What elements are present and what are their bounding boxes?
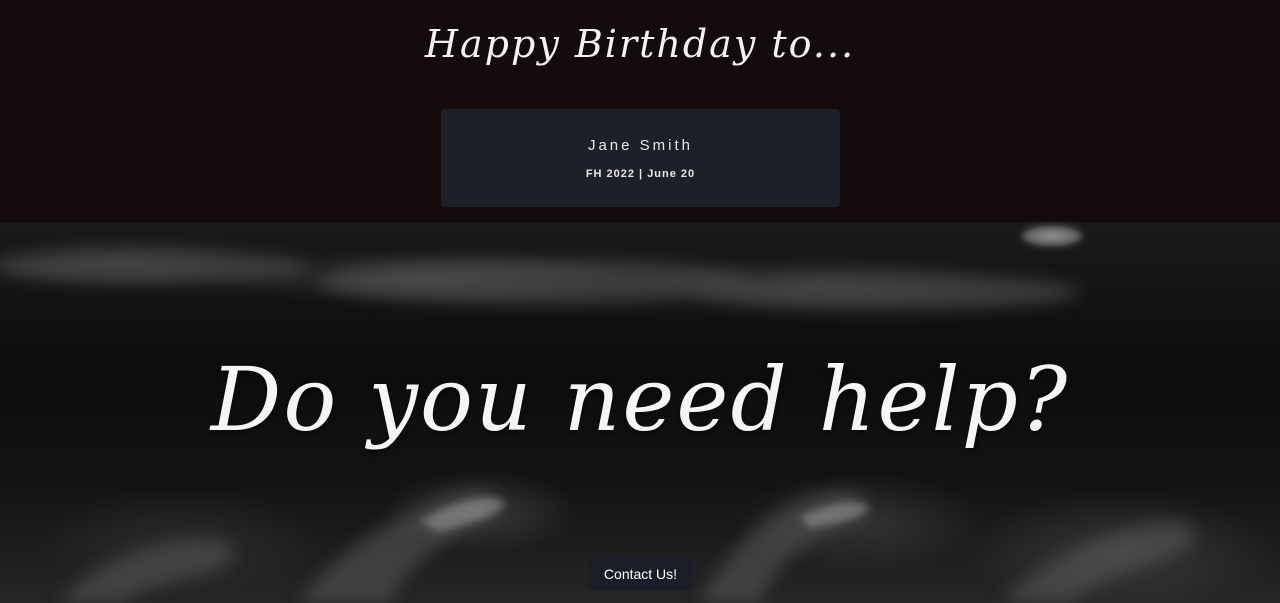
contact-us-button[interactable]: Contact Us! [589, 558, 692, 590]
help-heading: Do you need help? [210, 348, 1070, 451]
person-name: Jane Smith [587, 137, 694, 154]
person-card: Jane Smith FH 2022 | June 20 [441, 109, 840, 207]
birthday-section: Happy Birthday to... Jane Smith FH 2022 … [0, 0, 1280, 222]
birthday-page: Happy Birthday to... Jane Smith FH 2022 … [0, 0, 1280, 603]
birthday-heading: Happy Birthday to... [424, 22, 856, 66]
person-meta: FH 2022 | June 20 [585, 168, 696, 180]
help-hero-section: Do you need help? Contact Us! [0, 222, 1280, 603]
